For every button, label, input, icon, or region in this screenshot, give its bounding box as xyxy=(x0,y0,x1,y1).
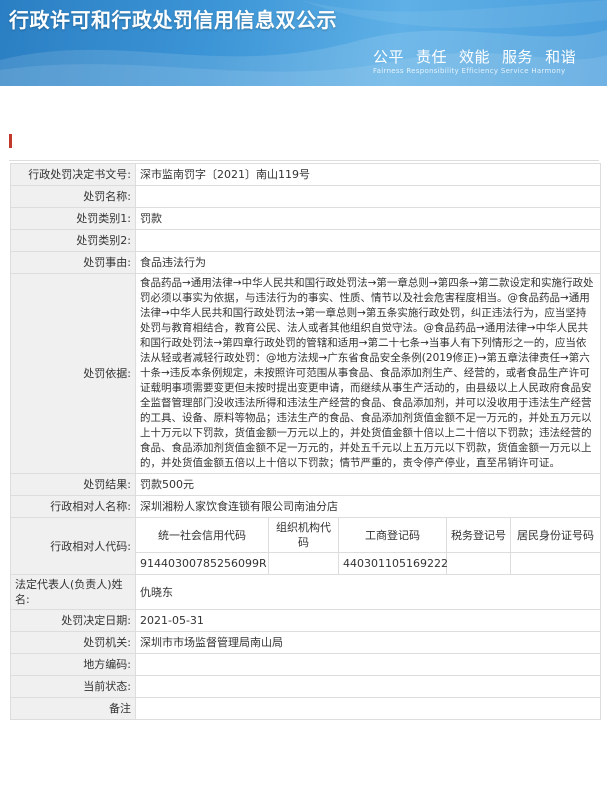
field-value: 罚款 xyxy=(134,207,602,230)
field-label: 当前状态: xyxy=(10,675,136,698)
field-label: 行政处罚决定书文号: xyxy=(10,163,136,186)
slogan-item: 服务 xyxy=(502,48,534,66)
field-label: 处罚决定日期: xyxy=(10,609,136,632)
code-header: 税务登记号 xyxy=(446,517,511,553)
code-value xyxy=(268,552,339,575)
code-value xyxy=(509,552,602,575)
field-value xyxy=(134,697,602,720)
field-label: 法定代表人(负责人)姓名: xyxy=(10,574,136,610)
slogan-english: Fairness Responsibility Efficiency Servi… xyxy=(373,67,566,75)
table-row: 备注 xyxy=(10,697,602,720)
table-row: 处罚决定日期: 2021-05-31 xyxy=(10,609,602,632)
field-value xyxy=(134,229,602,252)
table-row: 法定代表人(负责人)姓名: 仇晓东 xyxy=(10,574,602,610)
field-label: 处罚依据: xyxy=(10,273,136,474)
table-row: 处罚机关: 深圳市市场监督管理局南山局 xyxy=(10,631,602,654)
table-row: 处罚名称: xyxy=(10,185,602,208)
table-row: 处罚事由: 食品违法行为 xyxy=(10,251,602,274)
field-value: 食品药品→通用法律→中华人民共和国行政处罚法→第一章总则→第四条→第二款设定和实… xyxy=(134,273,602,474)
field-label: 备注 xyxy=(10,697,136,720)
header-banner: 行政许可和行政处罚信用信息双公示 公平 责任 效能 服务 和谐 Fairness Res… xyxy=(0,0,607,86)
section-divider xyxy=(9,160,599,161)
field-value: 仇晓东 xyxy=(134,574,602,610)
slogan-item: 责任 xyxy=(416,48,448,66)
field-value: 深圳湘粉人家饮食连锁有限公司南油分店 xyxy=(134,495,602,518)
code-value xyxy=(446,552,511,575)
section-marker xyxy=(9,134,12,148)
field-value: 深圳市市场监督管理局南山局 xyxy=(134,631,602,654)
slogan: 公平 责任 效能 服务 和谐 xyxy=(373,46,588,67)
code-header: 居民身份证号码 xyxy=(509,517,602,553)
field-label: 行政相对人代码: xyxy=(10,517,136,575)
code-header: 组织机构代码 xyxy=(268,517,339,553)
field-value: 2021-05-31 xyxy=(134,609,602,632)
field-label: 处罚名称: xyxy=(10,185,136,208)
field-value xyxy=(134,185,602,208)
table-row: 行政处罚决定书文号: 深市监南罚字〔2021〕南山119号 xyxy=(10,163,602,186)
field-label: 处罚结果: xyxy=(10,473,136,496)
table-row: 处罚类别1: 罚款 xyxy=(10,207,602,230)
table-row: 行政相对人代码: 统一社会信用代码 组织机构代码 工商登记码 税务登记号 居民身… xyxy=(10,517,602,575)
field-value xyxy=(134,653,602,676)
code-value: 440301105169222 xyxy=(338,552,448,575)
slogan-item: 效能 xyxy=(459,48,491,66)
field-value: 深市监南罚字〔2021〕南山119号 xyxy=(134,163,602,186)
field-label: 处罚事由: xyxy=(10,251,136,274)
field-label: 处罚类别2: xyxy=(10,229,136,252)
table-row: 处罚依据: 食品药品→通用法律→中华人民共和国行政处罚法→第一章总则→第四条→第… xyxy=(10,273,602,474)
slogan-item: 和谐 xyxy=(545,48,577,66)
penalty-info-table: 行政处罚决定书文号: 深市监南罚字〔2021〕南山119号 处罚名称: 处罚类别… xyxy=(10,163,602,720)
table-row: 地方编码: xyxy=(10,653,602,676)
table-row: 当前状态: xyxy=(10,675,602,698)
page-title: 行政许可和行政处罚信用信息双公示 xyxy=(9,8,337,32)
field-label: 处罚类别1: xyxy=(10,207,136,230)
field-value: 食品违法行为 xyxy=(134,251,602,274)
table-row: 行政相对人名称: 深圳湘粉人家饮食连锁有限公司南油分店 xyxy=(10,495,602,518)
code-header: 工商登记码 xyxy=(338,517,447,553)
field-label: 地方编码: xyxy=(10,653,136,676)
field-label: 处罚机关: xyxy=(10,631,136,654)
field-value xyxy=(134,675,602,698)
code-header: 统一社会信用代码 xyxy=(135,517,269,553)
field-label: 行政相对人名称: xyxy=(10,495,136,518)
table-row: 处罚结果: 罚款500元 xyxy=(10,473,602,496)
slogan-item: 公平 xyxy=(373,48,405,66)
field-value: 罚款500元 xyxy=(134,473,602,496)
table-row: 处罚类别2: xyxy=(10,229,602,252)
code-value: 91440300785256099R xyxy=(135,552,269,575)
